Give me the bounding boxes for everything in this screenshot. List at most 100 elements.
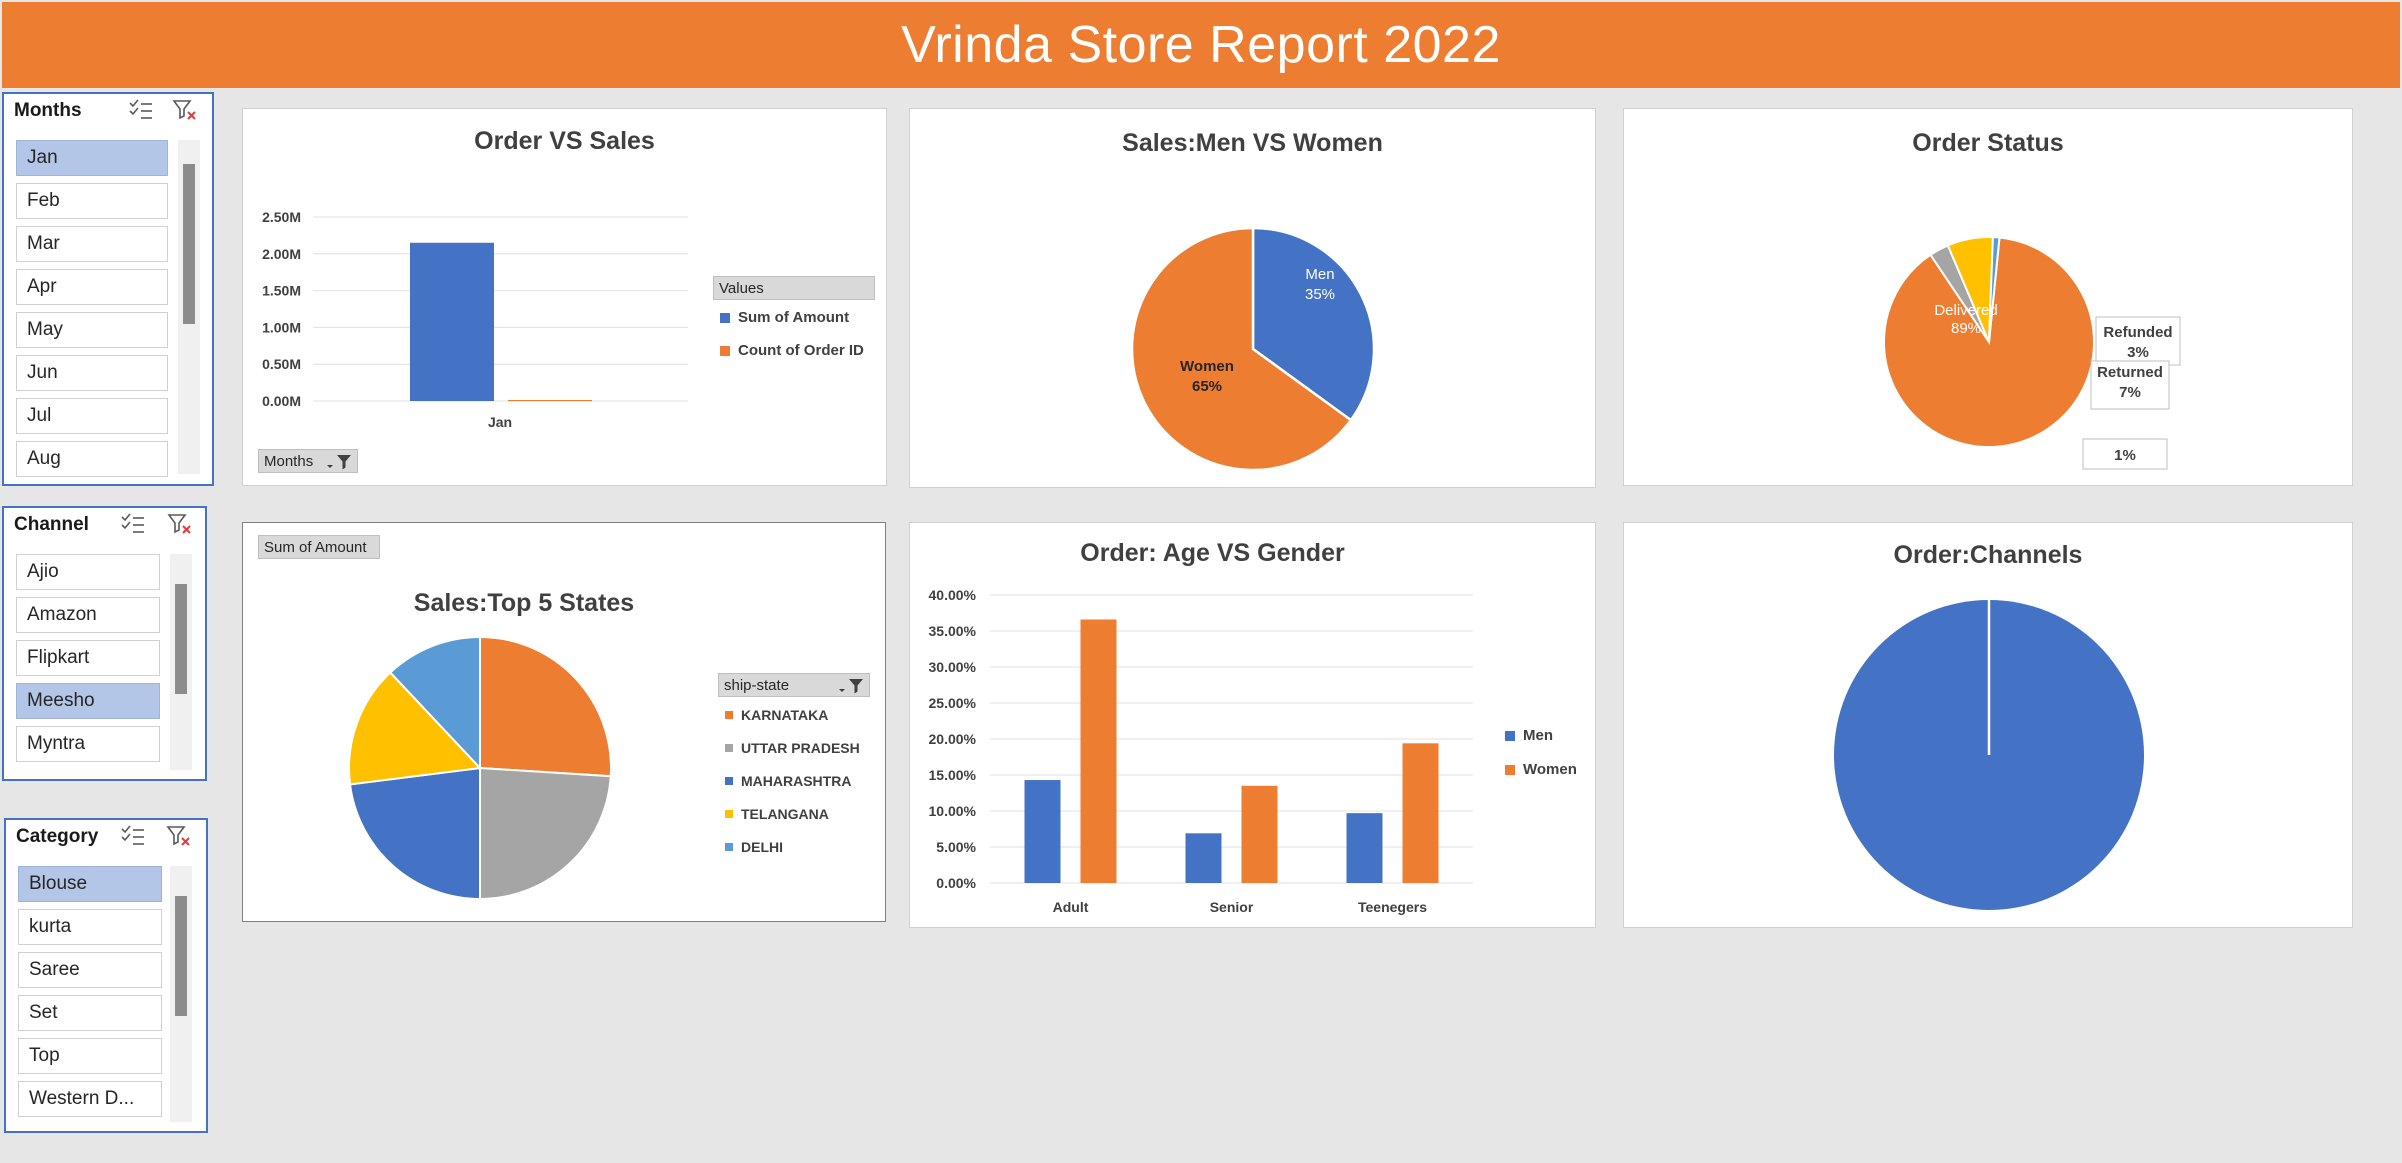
- y-tick-label: 25.00%: [929, 695, 977, 711]
- bar-women-senior: [1241, 785, 1278, 883]
- slice-label: Delivered: [1934, 302, 1997, 319]
- legend-label: Count of Order ID: [738, 342, 864, 359]
- slicer-item-may[interactable]: May: [16, 312, 168, 348]
- legend-item-uttar-pradesh: UTTAR PRADESH: [725, 740, 860, 756]
- y-tick-label: 0.00%: [936, 875, 976, 891]
- slicer-item-top[interactable]: Top: [18, 1038, 162, 1074]
- slicer-scrollbar[interactable]: [178, 140, 200, 474]
- slicer-months-title: Months: [14, 100, 82, 121]
- slicer-item-myntra[interactable]: Myntra: [16, 726, 160, 762]
- legend-swatch: [1505, 730, 1515, 741]
- legend-item-women: Women: [1505, 761, 1577, 778]
- slicer-item-ajio[interactable]: Ajio: [16, 554, 160, 590]
- slicer-item-mar[interactable]: Mar: [16, 226, 168, 262]
- y-tick-label: 35.00%: [929, 623, 977, 639]
- ship-state-field-button[interactable]: ship-state: [718, 673, 870, 697]
- slicer-item-flipkart[interactable]: Flipkart: [16, 640, 160, 676]
- bar-sum-of-amount: [410, 242, 494, 401]
- y-tick-label: 5.00%: [936, 839, 976, 855]
- slice-label: Men: [1305, 266, 1334, 283]
- callout-label: Returned: [2097, 364, 2163, 381]
- callout-label: 3%: [2127, 344, 2149, 361]
- legend-label: Men: [1523, 727, 1553, 744]
- legend-label: Sum of Amount: [738, 309, 850, 326]
- legend-item-count-of-order-id: Count of Order ID: [720, 342, 864, 359]
- slicer-item-jul[interactable]: Jul: [16, 398, 168, 434]
- slicer-item-feb[interactable]: Feb: [16, 183, 168, 219]
- y-tick-label: 20.00%: [929, 731, 977, 747]
- slicer-item-aug[interactable]: Aug: [16, 441, 168, 477]
- field-button-label: ship-state: [724, 676, 790, 694]
- multi-select-icon[interactable]: [128, 98, 154, 122]
- slicer-item-jan[interactable]: Jan: [16, 140, 168, 176]
- pie-slice-uttar-pradesh: [479, 766, 612, 901]
- chart-top5-states[interactable]: Sum of Amount Sales:Top 5 States ship-st…: [242, 522, 886, 922]
- slicer-scrollbar[interactable]: [170, 866, 192, 1122]
- x-tick-label: Teenegers: [1358, 899, 1427, 915]
- legend-item-delhi: DELHI: [725, 839, 783, 855]
- pie-slice-karnataka: [479, 635, 612, 778]
- clear-filter-icon[interactable]: [167, 512, 193, 536]
- slicer-scroll-thumb[interactable]: [175, 584, 187, 694]
- y-tick-label: 40.00%: [929, 587, 977, 603]
- legend-swatch: [1505, 764, 1515, 775]
- clear-filter-icon[interactable]: [166, 824, 192, 848]
- channels-pie: [1834, 600, 2144, 910]
- slicer-item-apr[interactable]: Apr: [16, 269, 168, 305]
- chart-order-vs-sales[interactable]: Order VS Sales 0.00M 0.50M 1.00M 1.50M 2.00M…: [242, 108, 887, 486]
- y-tick-label: 30.00%: [929, 659, 977, 675]
- legend-item-maharashtra: MAHARASHTRA: [725, 773, 851, 789]
- bar-women-teenegers: [1402, 743, 1439, 883]
- slicer-item-amazon[interactable]: Amazon: [16, 597, 160, 633]
- filter-dropdown-icon[interactable]: [325, 453, 355, 471]
- bar-count-of-order-id: [508, 400, 592, 401]
- legend-swatch: [725, 777, 733, 785]
- multi-select-icon[interactable]: [120, 824, 146, 848]
- bar-men-senior: [1185, 833, 1222, 883]
- chart-age-vs-gender[interactable]: Order: Age VS Gender 0.00% 5.00% 10.00% 15.…: [909, 522, 1596, 928]
- months-field-button[interactable]: Months: [258, 449, 358, 473]
- x-tick-label: Adult: [1053, 899, 1089, 915]
- slice-label: 65%: [1192, 378, 1222, 395]
- slicer-item-meesho[interactable]: Meesho: [16, 683, 160, 719]
- slicer-item-blouse[interactable]: Blouse: [18, 866, 162, 902]
- order-status-pie: Delivered89% Refunded 3% 1% Returned 7%: [1883, 236, 2181, 470]
- slicer-channel[interactable]: Channel Ajio Amazon Flipkart Meesho Myntra: [2, 506, 207, 781]
- legend-item-karnataka: KARNATAKA: [725, 707, 828, 723]
- slicer-scrollbar[interactable]: [170, 554, 192, 770]
- chart-channels[interactable]: Order:Channels: [1623, 522, 2353, 928]
- y-tick-label: 2.00M: [262, 246, 301, 262]
- bar-men-adult: [1024, 780, 1061, 883]
- y-tick-label: 2.50M: [262, 209, 301, 225]
- top5-states-pie: [348, 635, 612, 901]
- slice-label: 35%: [1305, 286, 1335, 303]
- callout-label: 7%: [2119, 384, 2141, 401]
- slicer-item-jun[interactable]: Jun: [16, 355, 168, 391]
- slice-label: Women: [1180, 358, 1234, 375]
- slicer-category[interactable]: Category Blouse kurta Saree Set Top Western D…: [4, 818, 208, 1133]
- legend-swatch: [720, 345, 730, 356]
- slicer-scroll-thumb[interactable]: [175, 896, 187, 1016]
- y-tick-label: 0.00M: [262, 393, 301, 409]
- filter-dropdown-icon[interactable]: [837, 677, 867, 695]
- legend-swatch: [725, 810, 733, 818]
- clear-filter-icon[interactable]: [172, 98, 198, 122]
- slicer-item-western-d[interactable]: Western D...: [18, 1081, 162, 1117]
- slicer-channel-title: Channel: [14, 514, 89, 535]
- legend-title-values: Values: [713, 276, 875, 300]
- bar-women-adult: [1080, 619, 1117, 883]
- slicer-item-kurta[interactable]: kurta: [18, 909, 162, 945]
- legend-swatch: [720, 312, 730, 323]
- chart-order-status[interactable]: Order Status Delivered 89% Refunded 3% 1% Ret…: [1623, 108, 2353, 486]
- x-tick-label: Senior: [1210, 899, 1254, 915]
- legend-item-men: Men: [1505, 727, 1553, 744]
- legend-label: KARNATAKA: [741, 707, 829, 723]
- slicer-item-set[interactable]: Set: [18, 995, 162, 1031]
- age-vs-gender-plot: 0.00% 5.00% 10.00% 15.00% 20.00% 25.00% 30.00%…: [929, 587, 1473, 915]
- multi-select-icon[interactable]: [120, 512, 146, 536]
- legend-item-telangana: TELANGANA: [725, 806, 829, 822]
- slicer-months[interactable]: Months Jan Feb Mar Apr May Jun Jul Aug: [2, 92, 214, 486]
- slicer-scroll-thumb[interactable]: [183, 164, 195, 324]
- slicer-item-saree[interactable]: Saree: [18, 952, 162, 988]
- chart-men-vs-women[interactable]: Sales:Men VS Women Men 35% Women 65%: [909, 108, 1596, 488]
